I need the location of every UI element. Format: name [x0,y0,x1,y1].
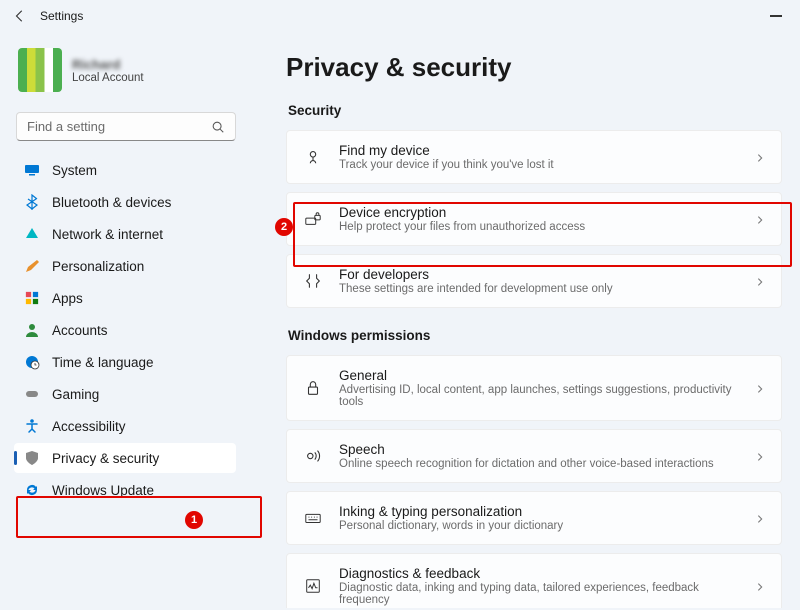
profile-block[interactable]: Richard Local Account [14,38,238,108]
sidebar-item-label: Accessibility [52,419,126,434]
back-arrow-icon[interactable] [12,8,28,24]
window-controls [770,15,788,17]
card-subtitle: Online speech recognition for dictation … [339,458,739,470]
page-title: Privacy & security [286,52,788,83]
card-title: Speech [339,442,739,457]
annotation-badge-2: 2 [275,218,293,236]
diagnostics-icon [303,576,323,596]
sidebar-item-network[interactable]: Network & internet [14,219,236,249]
sidebar-item-label: Privacy & security [52,451,159,466]
sidebar-item-time[interactable]: Time & language [14,347,236,377]
section-heading: Security [288,103,788,118]
sidebar-item-apps[interactable]: Apps [14,283,236,313]
sidebar-item-update[interactable]: Windows Update [14,475,236,505]
search-box[interactable] [16,112,236,141]
monitor-icon [24,162,40,178]
chevron-right-icon [755,512,767,524]
avatar [18,48,62,92]
sidebar-item-label: Time & language [52,355,154,370]
globe-clock-icon [24,354,40,370]
apps-icon [24,290,40,306]
chevron-right-icon [755,382,767,394]
card-subtitle: Help protect your files from unauthorize… [339,221,739,233]
chevron-right-icon [755,275,767,287]
card-subtitle: Personal dictionary, words in your dicti… [339,520,739,532]
shield-icon [24,450,40,466]
card-subtitle: Diagnostic data, inking and typing data,… [339,582,739,606]
person-icon [24,322,40,338]
sidebar-item-privacy[interactable]: Privacy & security [14,443,236,473]
sidebar-item-gaming[interactable]: Gaming [14,379,236,409]
titlebar: Settings [0,0,800,32]
sidebar-item-label: Network & internet [52,227,163,242]
sidebar-item-label: Accounts [52,323,108,338]
paintbrush-icon [24,258,40,274]
settings-card[interactable]: Find my deviceTrack your device if you t… [286,130,782,184]
chevron-right-icon [755,580,767,592]
minimize-icon[interactable] [770,15,782,17]
dev-tools-icon [303,271,323,291]
sidebar-item-accessibility[interactable]: Accessibility [14,411,236,441]
profile-account-type: Local Account [72,72,144,84]
main-content: Privacy & security Security Find my devic… [248,32,800,608]
sidebar-item-label: Windows Update [52,483,154,498]
sidebar-item-label: System [52,163,97,178]
sidebar-item-system[interactable]: System [14,155,236,185]
chevron-right-icon [755,450,767,462]
chevron-right-icon [755,151,767,163]
keyboard-icon [303,508,323,528]
profile-name: Richard [72,57,144,72]
search-input[interactable] [27,119,211,134]
search-icon [211,120,225,134]
card-subtitle: These settings are intended for developm… [339,283,739,295]
card-subtitle: Track your device if you think you've lo… [339,159,739,171]
sidebar-item-label: Apps [52,291,83,306]
card-title: Device encryption [339,205,739,220]
card-title: Diagnostics & feedback [339,566,739,581]
update-icon [24,482,40,498]
settings-card[interactable]: Inking & typing personalizationPersonal … [286,491,782,545]
gamepad-icon [24,386,40,402]
lock-icon [303,378,323,398]
lock-drive-icon [303,209,323,229]
card-title: General [339,368,739,383]
card-title: For developers [339,267,739,282]
sidebar-item-accounts[interactable]: Accounts [14,315,236,345]
speech-icon [303,446,323,466]
window-title: Settings [40,9,83,23]
section-heading: Windows permissions [288,328,788,343]
settings-card[interactable]: GeneralAdvertising ID, local content, ap… [286,355,782,421]
card-title: Find my device [339,143,739,158]
sidebar-item-label: Gaming [52,387,99,402]
settings-card[interactable]: For developersThese settings are intende… [286,254,782,308]
sidebar-item-personalization[interactable]: Personalization [14,251,236,281]
sidebar-item-label: Bluetooth & devices [52,195,171,210]
sidebar: Richard Local Account System Bluetooth & … [0,32,248,608]
accessibility-icon [24,418,40,434]
sidebar-nav: System Bluetooth & devices Network & inter… [14,155,238,505]
card-subtitle: Advertising ID, local content, app launc… [339,384,739,408]
settings-card[interactable]: Device encryptionHelp protect your files… [286,192,782,246]
settings-card[interactable]: Diagnostics & feedbackDiagnostic data, i… [286,553,782,608]
chevron-right-icon [755,213,767,225]
settings-card[interactable]: SpeechOnline speech recognition for dict… [286,429,782,483]
wifi-icon [24,226,40,242]
sidebar-item-bluetooth[interactable]: Bluetooth & devices [14,187,236,217]
annotation-badge-1: 1 [185,511,203,529]
find-device-icon [303,147,323,167]
sidebar-item-label: Personalization [52,259,144,274]
card-title: Inking & typing personalization [339,504,739,519]
bluetooth-icon [24,194,40,210]
